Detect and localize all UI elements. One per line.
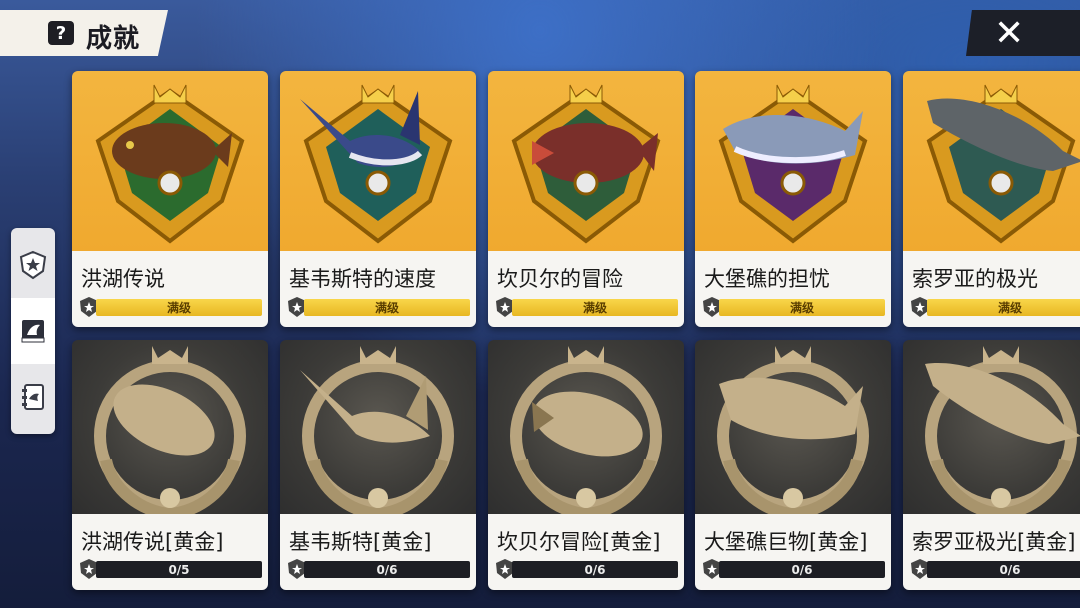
progress-bar: 0/6: [927, 561, 1080, 578]
achievement-card[interactable]: 基韦斯特的速度 满级: [280, 71, 476, 327]
achievement-name: 大堡礁的担忧: [704, 267, 830, 291]
progress-bar: 0/6: [719, 561, 885, 578]
achievement-card[interactable]: 洪湖传说[黄金] 0/5: [72, 340, 268, 590]
medal-art: [903, 340, 1080, 520]
medal-art: [488, 340, 684, 520]
grouper-medal-icon: [510, 346, 662, 520]
close-icon: ✕: [994, 13, 1025, 54]
achievement-name: 索罗亚的极光: [912, 267, 1038, 291]
achievement-card[interactable]: 坎贝尔的冒险 满级: [488, 71, 684, 327]
progress-bar: 0/5: [96, 561, 262, 578]
shark-medal-icon: [717, 346, 869, 520]
page-title-tab: ? 成就: [0, 10, 168, 56]
marlin-fish-icon: [300, 84, 453, 244]
nav-item-notebook[interactable]: [11, 364, 55, 430]
level-status-bar: 满级: [719, 299, 885, 316]
achievement-name: 索罗亚极光[黄金]: [912, 530, 1076, 554]
nav-item-fish-book[interactable]: [11, 298, 55, 364]
fish-book-icon: [21, 320, 45, 343]
achievement-card[interactable]: 索罗亚的极光 满级: [903, 71, 1080, 327]
achievement-art: [695, 71, 891, 251]
page-title: 成就: [86, 24, 141, 54]
achievement-art: [903, 71, 1080, 251]
progress-bar: 0/6: [512, 561, 678, 578]
close-button[interactable]: ✕: [966, 10, 1080, 56]
carp-fish-icon: [95, 84, 245, 244]
achievement-card[interactable]: 大堡礁巨物[黄金] 0/6: [695, 340, 891, 590]
nav-item-achievements[interactable]: [11, 232, 55, 298]
achievement-name: 大堡礁巨物[黄金]: [704, 530, 868, 554]
trophy-shield-icon: [19, 250, 47, 280]
achievement-card[interactable]: 索罗亚极光[黄金] 0/6: [903, 340, 1080, 590]
achievement-card[interactable]: 基韦斯特[黄金] 0/6: [280, 340, 476, 590]
level-status-bar: 满级: [512, 299, 678, 316]
achievement-name: 基韦斯特[黄金]: [289, 530, 432, 554]
achievement-art: [280, 71, 476, 251]
achievement-art: [72, 71, 268, 251]
side-nav: [11, 228, 55, 434]
carp-medal-icon: [94, 346, 246, 520]
medal-art: [280, 340, 476, 520]
achievement-name: 坎贝尔的冒险: [497, 267, 623, 291]
level-status-bar: 满级: [96, 299, 262, 316]
achievement-name: 基韦斯特的速度: [289, 267, 436, 291]
marlin-medal-icon: [300, 346, 454, 520]
level-status-bar: 满级: [927, 299, 1080, 316]
achievement-name: 坎贝尔冒险[黄金]: [497, 530, 661, 554]
achievement-art: [488, 71, 684, 251]
achievement-card[interactable]: 洪湖传说 满级: [72, 71, 268, 327]
achievement-card[interactable]: 坎贝尔冒险[黄金] 0/6: [488, 340, 684, 590]
medal-art: [695, 340, 891, 520]
achievement-name: 洪湖传说: [81, 267, 165, 291]
notebook-icon: [22, 384, 44, 410]
achievement-card[interactable]: 大堡礁的担忧 满级: [695, 71, 891, 327]
grouper-fish-icon: [511, 84, 661, 244]
achievement-name: 洪湖传说[黄金]: [81, 530, 224, 554]
medal-art: [72, 340, 268, 520]
level-status-bar: 满级: [304, 299, 470, 316]
help-icon[interactable]: ?: [48, 21, 74, 45]
gray-shark-icon: [926, 84, 1080, 244]
shark-fish-icon: [718, 84, 868, 244]
progress-bar: 0/6: [304, 561, 470, 578]
gray-shark-medal-icon: [925, 346, 1080, 520]
